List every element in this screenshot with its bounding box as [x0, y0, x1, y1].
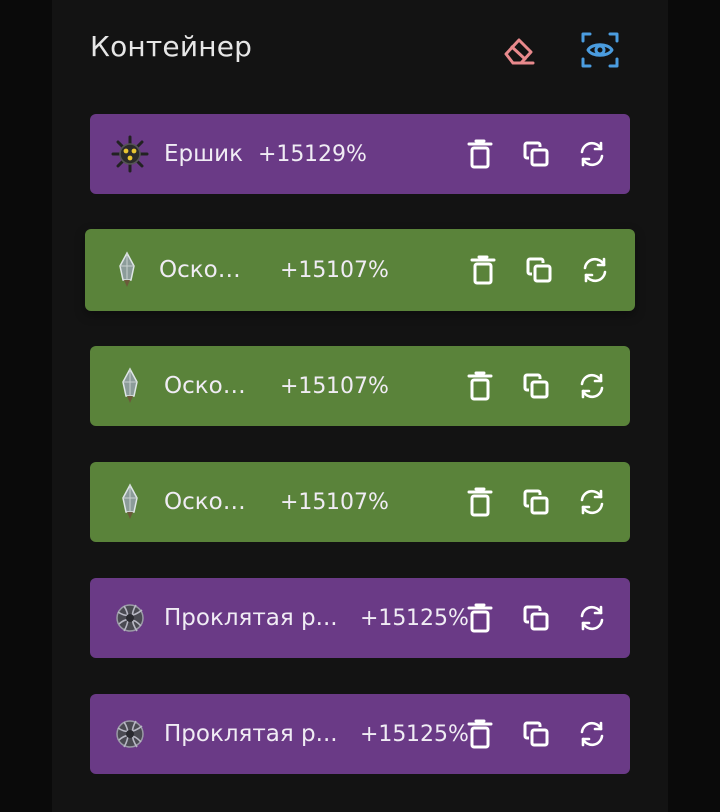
copy-icon — [523, 489, 549, 515]
swap-button[interactable] — [576, 602, 608, 634]
swap-button[interactable] — [576, 138, 608, 170]
copy-icon — [523, 721, 549, 747]
item-name: Ершик — [164, 141, 244, 167]
list-item[interactable]: Проклятая р... +15 125% — [90, 694, 630, 774]
crystal-shard-icon — [110, 366, 150, 406]
trash-icon — [470, 255, 496, 285]
copy-button[interactable] — [520, 486, 552, 518]
copy-icon — [523, 141, 549, 167]
item-percent: 107% — [326, 257, 389, 283]
item-level: +15 — [360, 605, 407, 631]
cursed-orb-icon — [110, 714, 150, 754]
copy-icon — [526, 257, 552, 283]
item-percent: 107% — [326, 489, 389, 515]
item-name: Проклятая р... — [164, 721, 338, 747]
page-title: Контейнер — [90, 30, 253, 63]
refresh-icon — [580, 373, 604, 399]
item-level: +15 — [280, 257, 327, 283]
spiked-ball-icon — [110, 134, 150, 174]
swap-button[interactable] — [579, 254, 611, 286]
item-name: Осколок — [164, 489, 254, 515]
trash-icon — [467, 371, 493, 401]
refresh-icon — [583, 257, 607, 283]
item-percent: 129% — [304, 141, 367, 167]
swap-button[interactable] — [576, 718, 608, 750]
copy-icon — [523, 373, 549, 399]
trash-icon — [467, 719, 493, 749]
refresh-icon — [580, 721, 604, 747]
swap-button[interactable] — [576, 486, 608, 518]
item-level: +15 — [258, 141, 305, 167]
swap-button[interactable] — [576, 370, 608, 402]
item-level: +15 — [360, 721, 407, 747]
refresh-icon — [580, 605, 604, 631]
eraser-icon — [504, 38, 535, 65]
copy-button[interactable] — [520, 718, 552, 750]
copy-button[interactable] — [520, 138, 552, 170]
view-toggle-button[interactable] — [578, 28, 622, 72]
list-item[interactable]: Осколок +15 107% — [85, 229, 635, 311]
list-item[interactable]: Ершик +15 129% — [90, 114, 630, 194]
cursed-orb-icon — [110, 598, 150, 638]
list-item[interactable]: Осколок +15 107% — [90, 346, 630, 426]
copy-button[interactable] — [523, 254, 555, 286]
copy-button[interactable] — [520, 602, 552, 634]
refresh-icon — [580, 141, 604, 167]
delete-button[interactable] — [464, 370, 496, 402]
trash-icon — [467, 139, 493, 169]
item-percent: 107% — [326, 373, 389, 399]
delete-button[interactable] — [464, 718, 496, 750]
delete-button[interactable] — [467, 254, 499, 286]
trash-icon — [467, 487, 493, 517]
list-item[interactable]: Осколок +15 107% — [90, 462, 630, 542]
crystal-shard-icon — [107, 250, 147, 290]
list-item[interactable]: Проклятая р... +15 125% — [90, 578, 630, 658]
item-name: Осколок — [159, 257, 249, 283]
item-name: Осколок — [164, 373, 254, 399]
eye-scan-icon — [581, 32, 619, 68]
item-level: +15 — [280, 373, 327, 399]
refresh-icon — [580, 489, 604, 515]
item-name: Проклятая р... — [164, 605, 338, 631]
clear-button[interactable] — [498, 28, 542, 72]
copy-button[interactable] — [520, 370, 552, 402]
copy-icon — [523, 605, 549, 631]
item-level: +15 — [280, 489, 327, 515]
item-percent: 125% — [406, 605, 469, 631]
delete-button[interactable] — [464, 486, 496, 518]
item-percent: 125% — [406, 721, 469, 747]
delete-button[interactable] — [464, 602, 496, 634]
delete-button[interactable] — [464, 138, 496, 170]
crystal-shard-icon — [110, 482, 150, 522]
trash-icon — [467, 603, 493, 633]
